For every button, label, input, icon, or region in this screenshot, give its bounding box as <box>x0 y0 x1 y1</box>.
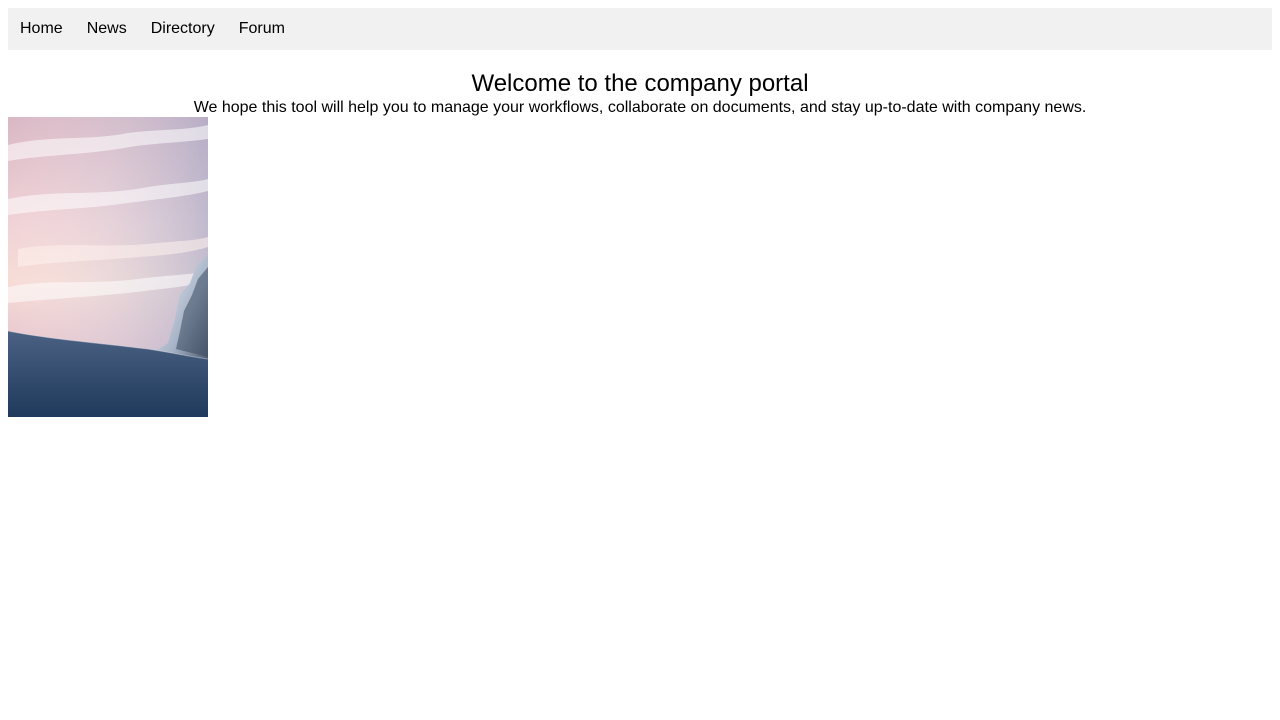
intro-text: We hope this tool will help you to manag… <box>193 99 1087 116</box>
nav-home-link[interactable]: Home <box>8 8 75 50</box>
top-navigation: Home News Directory Forum <box>8 8 1272 50</box>
page: Home News Directory Forum Welcome to the… <box>0 0 1280 720</box>
nav-news-link[interactable]: News <box>75 8 139 50</box>
page-title: Welcome to the company portal <box>471 70 809 97</box>
nav-forum-link[interactable]: Forum <box>227 8 297 50</box>
main-content: Welcome to the company portal We hope th… <box>8 69 1272 117</box>
mountain-image <box>8 117 208 417</box>
nav-directory-link[interactable]: Directory <box>139 8 227 50</box>
